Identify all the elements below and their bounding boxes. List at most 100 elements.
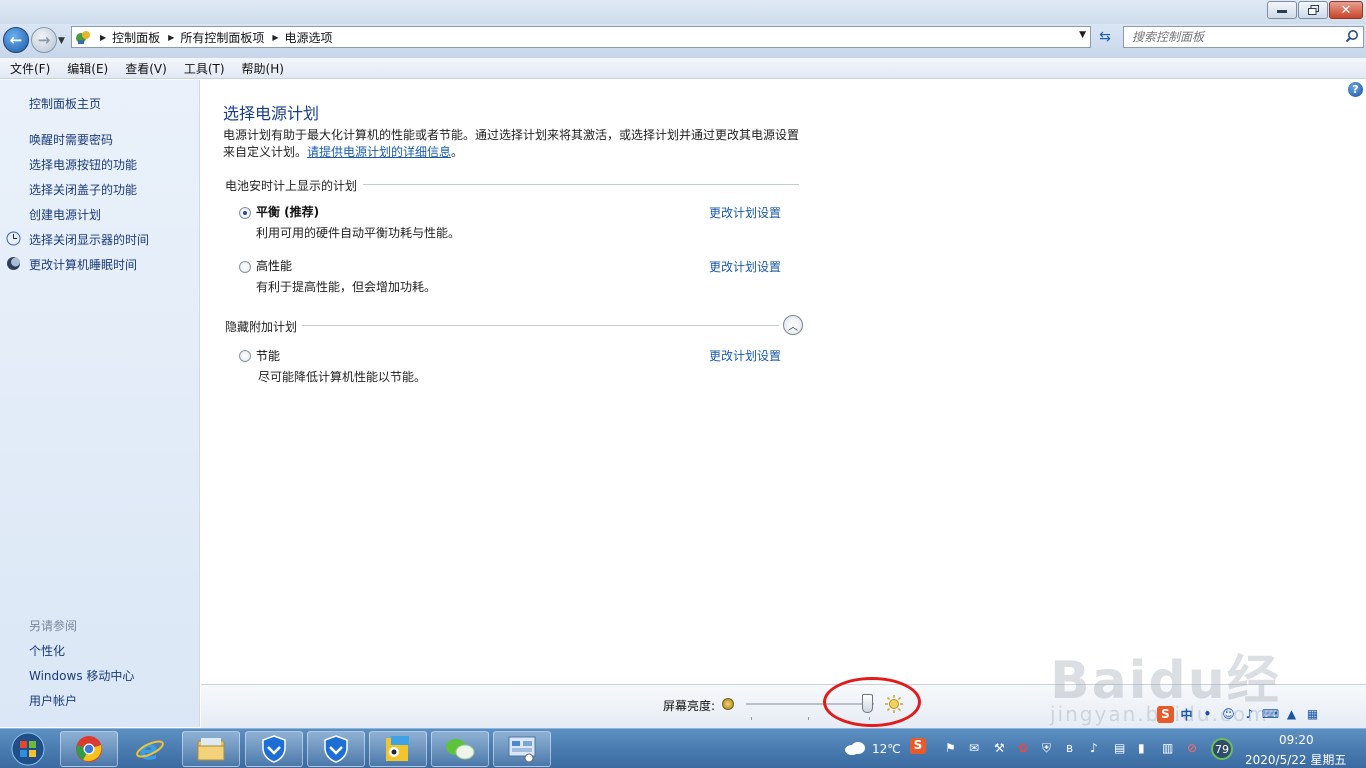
forward-button[interactable]: → bbox=[31, 27, 57, 53]
menu-help[interactable]: 帮助(H) bbox=[232, 60, 291, 77]
taskbar-control-panel[interactable] bbox=[493, 731, 551, 767]
forward-arrow-icon: → bbox=[37, 31, 51, 49]
taskbar-wechat[interactable] bbox=[431, 731, 489, 767]
plan-power-saver-radio[interactable] bbox=[239, 350, 251, 362]
search-box[interactable] bbox=[1123, 26, 1364, 48]
breadcrumb-control-panel[interactable]: 控制面板 bbox=[112, 29, 160, 46]
usb-device-icon[interactable]: ▮ bbox=[1138, 741, 1145, 755]
plan-high-performance-radio[interactable] bbox=[239, 261, 251, 273]
address-bar[interactable]: ▶ 控制面板 ▶ 所有控制面板项 ▶ 电源选项 ▼ bbox=[71, 26, 1091, 48]
help-icon: ? bbox=[1352, 83, 1359, 96]
refresh-button[interactable]: ⇆ bbox=[1093, 27, 1117, 47]
menu-edit[interactable]: 编辑(E) bbox=[57, 60, 115, 77]
minimize-button[interactable] bbox=[1267, 1, 1297, 19]
plan-balanced-name[interactable]: 平衡 (推荐) bbox=[256, 203, 319, 220]
group-divider bbox=[302, 325, 779, 326]
chrome-icon bbox=[76, 736, 102, 762]
see-also-user-accounts[interactable]: 用户帐户 bbox=[29, 692, 77, 709]
muted-icon[interactable]: ⊘ bbox=[1187, 741, 1197, 755]
menu-tools[interactable]: 工具(T) bbox=[174, 60, 232, 77]
wechat-tray-icon[interactable]: ✉ bbox=[969, 741, 979, 755]
sogou-tray-icon[interactable]: S bbox=[910, 738, 926, 754]
taskbar-pdf-reader[interactable] bbox=[369, 731, 427, 767]
ime-voice-icon[interactable]: ♪ bbox=[1241, 706, 1258, 723]
plan-high-performance-name[interactable]: 高性能 bbox=[256, 257, 292, 274]
control-panel-icon bbox=[76, 31, 90, 44]
menu-bar: 文件(F) 编辑(E) 查看(V) 工具(T) 帮助(H) bbox=[0, 58, 1366, 79]
close-button[interactable]: ✕ bbox=[1329, 1, 1363, 19]
network-tool-icon[interactable]: ⚒ bbox=[994, 741, 1005, 755]
shield-icon bbox=[262, 735, 286, 763]
taskbar-security-app-1[interactable] bbox=[245, 731, 303, 767]
plan-high-performance-change-link[interactable]: 更改计划设置 bbox=[709, 258, 781, 275]
plan-balanced-change-link[interactable]: 更改计划设置 bbox=[709, 204, 781, 221]
breadcrumb-all-items[interactable]: 所有控制面板项 bbox=[180, 29, 264, 46]
back-button[interactable]: ← bbox=[3, 27, 29, 53]
hidden-plans-heading: 隐藏附加计划 bbox=[225, 320, 298, 334]
page-title: 选择电源计划 bbox=[223, 104, 320, 123]
breadcrumb-power-options[interactable]: 电源选项 bbox=[285, 29, 333, 46]
address-dropdown-icon[interactable]: ▼ bbox=[1079, 30, 1086, 40]
menu-view[interactable]: 查看(V) bbox=[115, 60, 174, 77]
plan-power-saver-change-link[interactable]: 更改计划设置 bbox=[709, 347, 781, 364]
battery-level-badge[interactable]: 79 bbox=[1211, 738, 1233, 760]
ime-keyboard-icon[interactable]: ⌨ bbox=[1262, 706, 1279, 723]
sidebar-item-display-off[interactable]: 选择关闭显示器的时间 bbox=[29, 231, 149, 248]
pdf-reader-icon bbox=[386, 736, 409, 761]
battery-plans-heading: 电池安时计上显示的计划 bbox=[225, 179, 358, 193]
see-also-heading: 另请参阅 bbox=[29, 619, 78, 633]
breadcrumb-separator-icon[interactable]: ▶ bbox=[168, 33, 174, 42]
ime-tools-icon[interactable]: ▦ bbox=[1304, 706, 1321, 723]
sidebar-item-power-buttons[interactable]: 选择电源按钮的功能 bbox=[29, 156, 137, 173]
plan-power-saver-name[interactable]: 节能 bbox=[256, 347, 280, 364]
ime-punctuation-icon[interactable]: • bbox=[1199, 706, 1216, 723]
sidebar-control-panel-home[interactable]: 控制面板主页 bbox=[29, 95, 101, 112]
search-input[interactable] bbox=[1124, 27, 1334, 47]
close-icon: ✕ bbox=[1340, 2, 1352, 18]
taskbar-explorer[interactable] bbox=[182, 731, 240, 767]
search-icon[interactable] bbox=[1345, 29, 1359, 43]
weather-temperature[interactable]: 12℃ bbox=[872, 742, 901, 756]
sidebar-item-require-password[interactable]: 唤醒时需要密码 bbox=[29, 131, 113, 148]
ime-emoji-icon[interactable]: ☺ bbox=[1220, 706, 1237, 723]
taskbar-chrome[interactable] bbox=[60, 731, 118, 767]
ime-skin-icon[interactable]: ▲ bbox=[1283, 706, 1300, 723]
sidebar-item-sleep-time[interactable]: 更改计算机睡眠时间 bbox=[29, 256, 137, 273]
network-icon[interactable]: ▥ bbox=[1162, 741, 1173, 755]
taskbar-ie[interactable]: e bbox=[121, 731, 179, 767]
breadcrumb-separator-icon: ▶ bbox=[100, 32, 107, 42]
action-center-icon[interactable]: ⚑ bbox=[945, 741, 956, 755]
taskbar: e 12℃ S ⚑ ✉ ⚒ ✿ ⛨ ʙ ♪ ▤ ▮ ▥ ⊘ 79 09:20 2… bbox=[0, 728, 1366, 768]
app-tray-icon[interactable]: ✿ bbox=[1018, 741, 1028, 755]
start-button[interactable] bbox=[4, 731, 52, 767]
sidebar-item-lid-close[interactable]: 选择关闭盖子的功能 bbox=[29, 181, 137, 198]
sogou-ime-icon[interactable]: S bbox=[1157, 705, 1174, 723]
see-also-mobility-center[interactable]: Windows 移动中心 bbox=[29, 667, 134, 684]
input-tray-icon[interactable]: ▤ bbox=[1114, 741, 1125, 755]
collapse-hidden-plans-button[interactable]: ︿ bbox=[783, 315, 803, 335]
clock-time[interactable]: 09:20 bbox=[1279, 733, 1314, 747]
ime-chinese-mode-icon[interactable]: 中 bbox=[1178, 706, 1195, 723]
menu-file[interactable]: 文件(F) bbox=[0, 60, 57, 77]
clock-date[interactable]: 2020/5/22 星期五 bbox=[1245, 751, 1346, 768]
breadcrumb-separator-icon[interactable]: ▶ bbox=[272, 33, 278, 42]
shield-icon bbox=[324, 735, 348, 763]
volume-icon[interactable]: ♪ bbox=[1090, 741, 1098, 755]
see-also-personalization[interactable]: 个性化 bbox=[29, 642, 65, 659]
help-button[interactable]: ? bbox=[1348, 82, 1363, 97]
sidebar: 控制面板主页 唤醒时需要密码 选择电源按钮的功能 选择关闭盖子的功能 创建电源计… bbox=[0, 80, 200, 727]
weather-cloud-icon[interactable] bbox=[844, 741, 866, 755]
plan-high-performance-desc: 有利于提高性能，但会增加功耗。 bbox=[256, 280, 437, 294]
intro-line1: 电源计划有助于最大化计算机的性能或者节能。通过选择计划来将其激活，或选择计划并通… bbox=[223, 128, 800, 142]
plan-balanced-radio[interactable] bbox=[239, 207, 251, 219]
title-bar: ✕ bbox=[0, 0, 1366, 24]
plan-details-link[interactable]: 请提供电源计划的详细信息 bbox=[307, 145, 451, 159]
restore-button[interactable] bbox=[1298, 1, 1328, 19]
sidebar-item-create-plan[interactable]: 创建电源计划 bbox=[29, 206, 101, 223]
taskbar-security-app-2[interactable] bbox=[307, 731, 365, 767]
security-tray-icon[interactable]: ⛨ bbox=[1042, 741, 1051, 756]
recent-pages-dropdown[interactable]: ▼ bbox=[58, 36, 65, 46]
control-panel-window-icon bbox=[508, 736, 536, 763]
group-divider bbox=[363, 184, 799, 185]
bluetooth-icon[interactable]: ʙ bbox=[1066, 741, 1073, 755]
